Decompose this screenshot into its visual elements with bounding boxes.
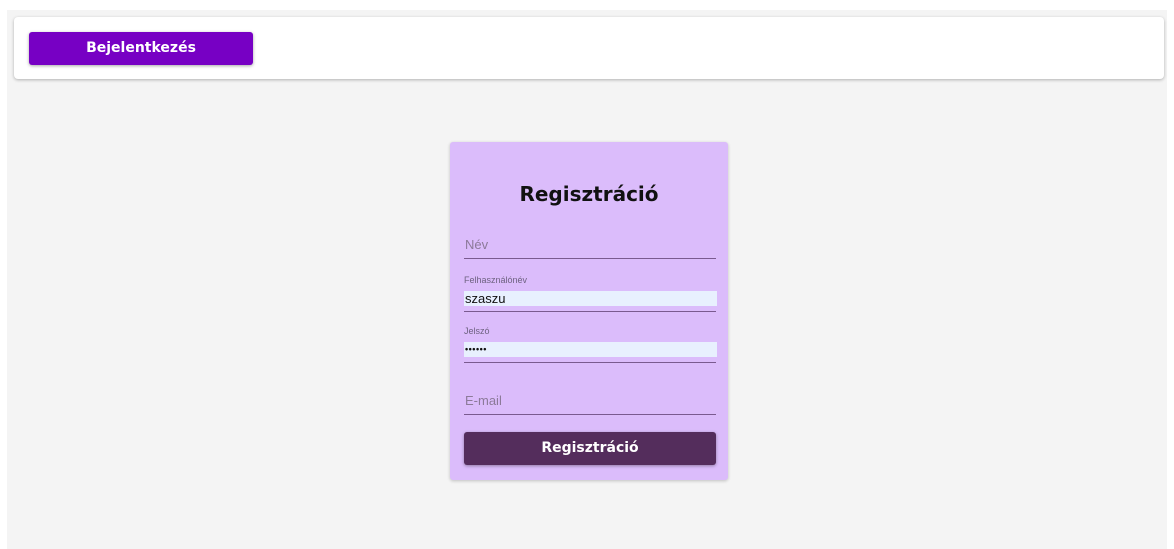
password-field[interactable]: Jelszó •••••• bbox=[464, 325, 717, 363]
page-viewport: Bejelentkezés Regisztráció Név Felhaszná… bbox=[7, 10, 1167, 549]
registration-card: Regisztráció Név Felhasználónév Jelszó •… bbox=[450, 142, 728, 480]
registration-title: Regisztráció bbox=[519, 182, 659, 206]
username-field[interactable]: Felhasználónév bbox=[464, 274, 717, 312]
top-navbar: Bejelentkezés bbox=[14, 17, 1164, 79]
register-submit-button[interactable]: Regisztráció bbox=[464, 432, 716, 465]
password-label: Jelszó bbox=[464, 326, 490, 336]
password-input[interactable]: •••••• bbox=[464, 342, 717, 357]
username-label: Felhasználónév bbox=[464, 275, 528, 285]
email-field[interactable]: E-mail bbox=[464, 386, 716, 415]
username-input[interactable] bbox=[464, 291, 717, 306]
name-placeholder: Név bbox=[465, 237, 489, 252]
email-placeholder: E-mail bbox=[465, 393, 502, 408]
name-field[interactable]: Név bbox=[464, 230, 716, 259]
login-button[interactable]: Bejelentkezés bbox=[29, 32, 253, 65]
